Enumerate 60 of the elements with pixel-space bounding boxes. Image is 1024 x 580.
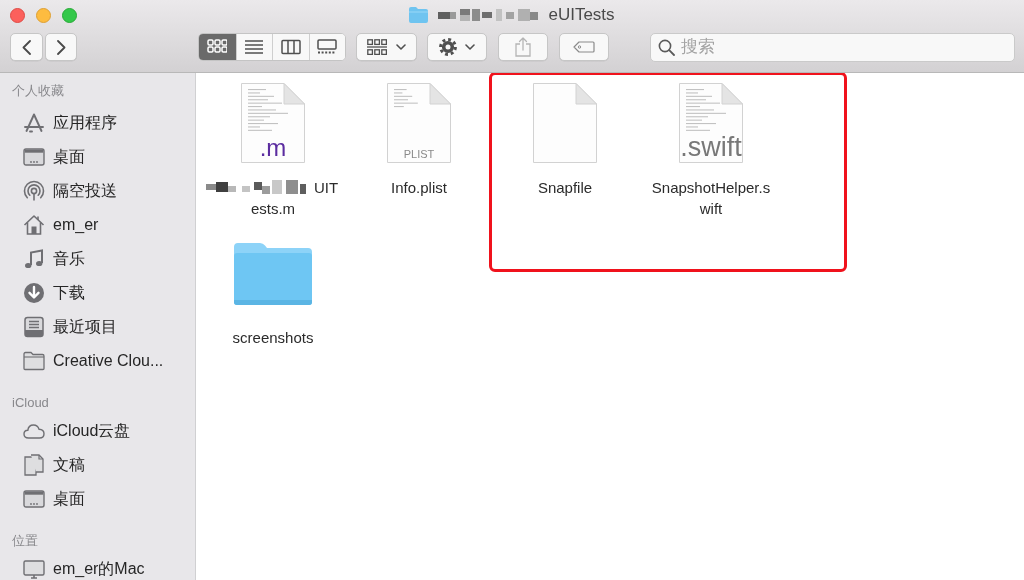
window-title: eUITests: [548, 5, 615, 25]
file-name[interactable]: Snapfile: [537, 177, 593, 198]
gear-icon: [439, 38, 457, 56]
concentric-arcs-icon: [23, 180, 45, 202]
columns-icon: [280, 39, 301, 55]
sidebar-section-header: iCloud: [12, 394, 49, 412]
document-icon[interactable]: [240, 82, 306, 164]
file-extension-label: PLIST: [403, 148, 435, 161]
pages-icon: [23, 454, 45, 476]
folder-icon: [23, 350, 45, 372]
file-name[interactable]: UIT ests.m: [207, 177, 339, 219]
gallery-icon: [317, 39, 338, 55]
sidebar-item[interactable]: Creative Clou...: [0, 344, 195, 378]
sidebar-section-header: 个人收藏: [12, 82, 64, 100]
grouped-grid-icon: [367, 39, 387, 55]
screen-icon: [23, 146, 45, 168]
applications-icon: [23, 112, 45, 134]
grid-icon: [207, 39, 228, 55]
sidebar-item[interactable]: 隔空投送: [0, 174, 195, 208]
sidebar-item[interactable]: 最近项目: [0, 310, 195, 344]
house-icon: [23, 214, 45, 236]
back-button[interactable]: [10, 33, 43, 61]
folder-icon[interactable]: [233, 242, 313, 306]
sidebar-item[interactable]: em_er: [0, 208, 195, 242]
chevron-left-icon: [22, 39, 31, 55]
share-icon: [515, 37, 531, 57]
sidebar-item[interactable]: 桌面: [0, 140, 195, 174]
file-name[interactable]: Info.plist: [391, 177, 447, 198]
folder-icon: [409, 7, 429, 23]
action-button[interactable]: [427, 33, 487, 61]
chevron-down-icon: [396, 44, 406, 50]
sidebar-item[interactable]: 文稿: [0, 448, 195, 482]
sidebar-item[interactable]: iCloud云盘: [0, 414, 195, 448]
chevron-right-icon: [56, 39, 66, 55]
list-icon: [244, 39, 265, 55]
sidebar-item[interactable]: 音乐: [0, 242, 195, 276]
document-icon[interactable]: [678, 82, 744, 164]
file-name[interactable]: screenshots: [232, 327, 314, 348]
icon-view-button[interactable]: [199, 34, 236, 60]
search-field[interactable]: 搜索: [650, 32, 1015, 62]
search-icon: [658, 38, 675, 56]
gallery-view-button[interactable]: [308, 34, 345, 60]
sidebar-item[interactable]: em_er的Mac: [0, 552, 195, 580]
close-button[interactable]: [10, 7, 25, 23]
music-note-icon: [23, 248, 45, 270]
file-extension-label: .swift: [680, 133, 742, 161]
sidebar-item[interactable]: 桌面: [0, 482, 195, 516]
chevron-down-icon: [465, 44, 475, 50]
group-by-button[interactable]: [356, 33, 417, 61]
tag-icon: [573, 41, 595, 53]
sidebar-item[interactable]: 下载: [0, 276, 195, 310]
file-extension-label: .m: [259, 135, 287, 161]
forward-button[interactable]: [45, 33, 77, 61]
download-icon: [23, 282, 45, 304]
zoom-button[interactable]: [62, 7, 77, 23]
file-name[interactable]: SnapshotHelper.s wift: [651, 177, 771, 219]
tray-icon: [23, 316, 45, 338]
sidebar-item[interactable]: 应用程序: [0, 106, 195, 140]
screen-icon: [23, 488, 45, 510]
sidebar-section-header: 位置: [12, 532, 38, 550]
